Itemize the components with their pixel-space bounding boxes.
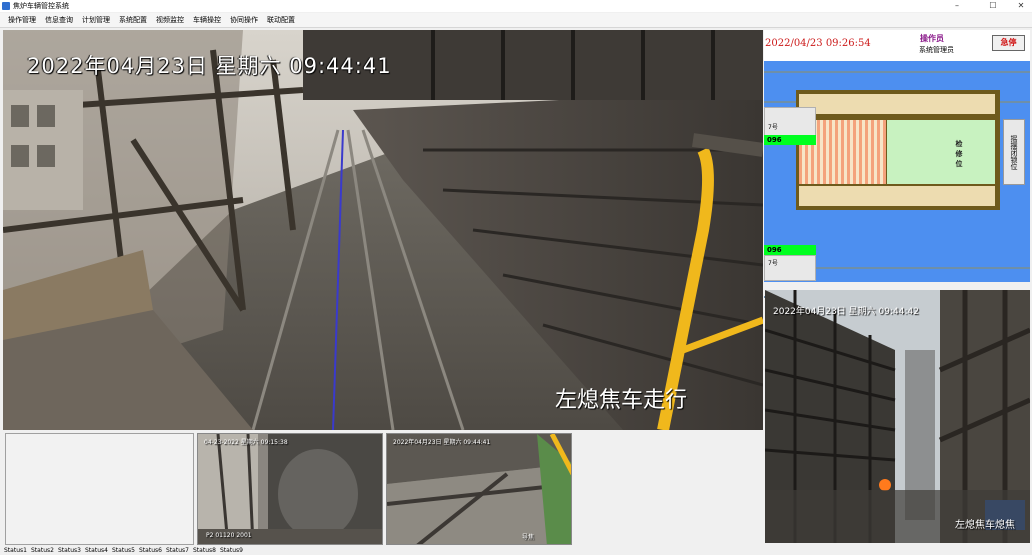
minimize-button[interactable]: – <box>942 0 972 12</box>
main-camera-timestamp: 2022年04月23日 星期六 09:44:41 <box>27 54 392 78</box>
right-camera-timestamp: 2022年04月23日 星期六 09:44:42 <box>773 307 919 317</box>
status-8: Status8 <box>193 547 216 554</box>
status-9: Status9 <box>220 547 243 554</box>
oven-bottom-rail <box>799 186 995 206</box>
bottom-vehicle-label: 7号 <box>768 260 778 267</box>
main-camera-image <box>3 30 763 430</box>
top-vehicle-tag[interactable]: 7号 <box>764 107 816 137</box>
app-icon <box>2 2 10 10</box>
main-camera-view[interactable]: 2022年04月23日 星期六 09:44:41 左熄焦车走行 <box>3 30 763 430</box>
status-1: Status1 <box>4 547 27 554</box>
emergency-stop-button[interactable]: 急停 <box>992 35 1025 51</box>
thumbnail-camera-1[interactable]: 04-23-2022 星期六 09:15:38 P2 01120 2001 <box>197 433 383 545</box>
thumbnail-1-timestamp: 04-23-2022 星期六 09:15:38 <box>204 439 288 446</box>
swing-lock-button[interactable]: 摇摆闭锁位 <box>1003 119 1025 185</box>
main-camera-caption: 左熄焦车走行 <box>555 388 688 413</box>
status-4: Status4 <box>85 547 108 554</box>
maximize-button[interactable]: ☐ <box>978 0 1008 12</box>
status-bar: Status1 Status2 Status3 Status4 Status5 … <box>0 546 1032 555</box>
menu-query[interactable]: 信息查询 <box>45 15 73 25</box>
oven-top-rail <box>799 94 995 114</box>
thumbnail-1-caption: P2 01120 2001 <box>206 532 252 539</box>
menu-video[interactable]: 视频监控 <box>156 15 184 25</box>
menu-linkage[interactable]: 联动配置 <box>267 15 295 25</box>
status-6: Status6 <box>139 547 162 554</box>
menu-plan[interactable]: 计划管理 <box>82 15 110 25</box>
menu-separator <box>0 27 1032 28</box>
operator-user: 系统管理员 <box>919 46 954 54</box>
operator-role: 操作员 <box>920 34 944 43</box>
vehicle-control-panel: 2022/04/23 09:26:54 操作员 系统管理员 急停 检修位 7号 … <box>764 30 1030 298</box>
bottom-vehicle-number: 096 <box>764 245 816 255</box>
right-camera-image <box>765 290 1030 543</box>
title-bar: 焦炉车辆管控系统 – ☐ ✕ <box>0 0 1032 12</box>
menu-collaboration[interactable]: 协同操作 <box>230 15 258 25</box>
right-camera-caption: 左熄焦车熄焦 <box>955 520 1015 531</box>
status-7: Status7 <box>166 547 189 554</box>
track-line <box>764 71 1030 73</box>
thumbnail-2-image <box>387 434 571 544</box>
panel-datetime: 2022/04/23 09:26:54 <box>765 38 871 49</box>
maintenance-zone <box>887 120 995 184</box>
coke-oven-diagram: 检修位 <box>796 90 1000 210</box>
bottom-vehicle-tag[interactable]: 7号 <box>764 255 816 281</box>
right-camera-view[interactable]: 2022年04月23日 星期六 09:44:42 左熄焦车熄焦 <box>765 290 1030 543</box>
thumbnail-2-timestamp: 2022年04月23日 星期六 09:44:41 <box>393 439 491 446</box>
status-3: Status3 <box>58 547 81 554</box>
close-button[interactable]: ✕ <box>1006 0 1032 12</box>
thumbnail-2-caption: 导焦 <box>522 534 535 541</box>
menu-vehicle-control[interactable]: 车辆操控 <box>193 15 221 25</box>
thumbnail-camera-2[interactable]: 2022年04月23日 星期六 09:44:41 导焦 <box>386 433 572 545</box>
top-vehicle-label: 7号 <box>768 124 778 131</box>
menu-system-config[interactable]: 系统配置 <box>119 15 147 25</box>
menu-operation[interactable]: 操作管理 <box>8 15 36 25</box>
window-title: 焦炉车辆管控系统 <box>13 2 69 10</box>
top-vehicle-number: 096 <box>764 135 816 145</box>
status-5: Status5 <box>112 547 135 554</box>
empty-camera-slot[interactable] <box>5 433 194 545</box>
thumbnail-1-image <box>198 434 382 544</box>
maintenance-label: 检修位 <box>955 140 963 170</box>
menu-bar: 操作管理 信息查询 计划管理 系统配置 视频监控 车辆操控 协同操作 联动配置 <box>0 13 1032 27</box>
status-2: Status2 <box>31 547 54 554</box>
